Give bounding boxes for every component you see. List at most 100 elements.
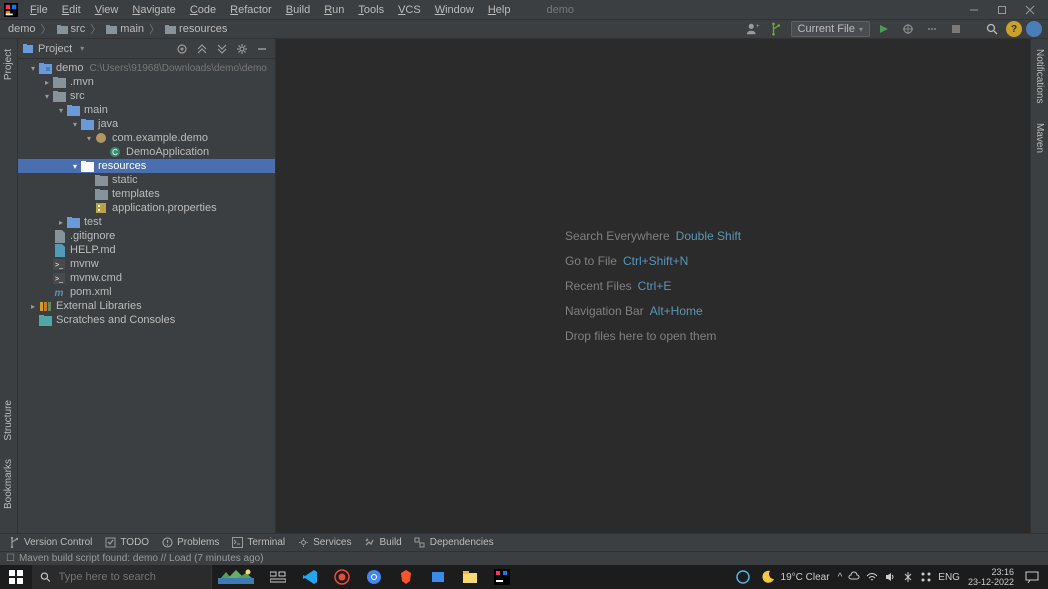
chevron-right-icon[interactable]: ▸ [42, 78, 52, 87]
tree-node[interactable]: static [18, 173, 275, 187]
cloud-icon[interactable] [848, 571, 860, 583]
run-config-dropdown[interactable]: Current File ▾ [791, 21, 870, 37]
search-icon[interactable] [982, 20, 1002, 38]
menu-window[interactable]: Window [429, 2, 480, 18]
tree-node[interactable]: HELP.md [18, 243, 275, 257]
tree-node[interactable]: ▾java [18, 117, 275, 131]
bottom-tool-dependencies[interactable]: Dependencies [414, 537, 494, 549]
menu-code[interactable]: Code [184, 2, 222, 18]
chevron-right-icon[interactable]: ▸ [28, 302, 38, 311]
minimize-button[interactable] [960, 0, 988, 19]
taskbar-search-input[interactable] [59, 571, 203, 583]
tree-node[interactable]: ▾main [18, 103, 275, 117]
app-blue-icon[interactable] [422, 565, 454, 589]
stop-button[interactable] [946, 20, 966, 38]
add-user-icon[interactable]: + [743, 20, 763, 38]
chrome-icon[interactable] [358, 565, 390, 589]
project-tree[interactable]: ▾demoC:\Users\91968\Downloads\demo\demo▸… [18, 59, 275, 533]
tree-node[interactable]: Scratches and Consoles [18, 313, 275, 327]
breadcrumb-item[interactable]: main [104, 23, 146, 35]
battery-icon[interactable] [902, 571, 914, 583]
chevron-down-icon[interactable]: ▾ [42, 92, 52, 101]
expand-all-icon[interactable] [193, 40, 211, 58]
menu-file[interactable]: File [24, 2, 54, 18]
menu-vcs[interactable]: VCS [392, 2, 427, 18]
start-button[interactable] [0, 565, 32, 589]
tree-node[interactable]: >_mvnw.cmd [18, 271, 275, 285]
action-center-icon[interactable] [1022, 565, 1042, 589]
user-avatar[interactable] [1026, 21, 1042, 37]
cortana-icon[interactable] [733, 565, 753, 589]
chevron-right-icon[interactable]: ▸ [56, 218, 66, 227]
left-gutter-bookmarks[interactable]: Bookmarks [1, 455, 16, 513]
menu-run[interactable]: Run [318, 2, 350, 18]
menu-edit[interactable]: Edit [56, 2, 87, 18]
tree-node[interactable]: ▾demoC:\Users\91968\Downloads\demo\demo [18, 61, 275, 75]
menu-navigate[interactable]: Navigate [126, 2, 181, 18]
run-button[interactable] [874, 20, 894, 38]
collapse-all-icon[interactable] [213, 40, 231, 58]
gear-icon[interactable] [233, 40, 251, 58]
chevron-down-icon[interactable]: ▾ [84, 134, 94, 143]
bottom-tool-terminal[interactable]: Terminal [231, 537, 285, 549]
tree-node[interactable]: ▾src [18, 89, 275, 103]
menu-tools[interactable]: Tools [352, 2, 390, 18]
intellij-icon[interactable] [486, 565, 518, 589]
brave-icon[interactable] [390, 565, 422, 589]
left-gutter-structure[interactable]: Structure [1, 396, 16, 445]
hide-panel-icon[interactable] [253, 40, 271, 58]
project-view-selector[interactable]: Project ▾ [22, 43, 84, 55]
chevron-down-icon[interactable]: ▾ [70, 162, 80, 171]
bottom-tool-problems[interactable]: Problems [161, 537, 219, 549]
menu-build[interactable]: Build [280, 2, 316, 18]
right-gutter-notifications[interactable]: Notifications [1032, 45, 1047, 107]
task-view-icon[interactable] [262, 565, 294, 589]
network-icon[interactable] [920, 571, 932, 583]
maximize-button[interactable] [988, 0, 1016, 19]
bottom-tool-services[interactable]: Services [297, 537, 351, 549]
editor-area[interactable]: Search EverywhereDouble ShiftGo to FileC… [276, 39, 1030, 533]
tree-node[interactable]: ▸External Libraries [18, 299, 275, 313]
tree-node[interactable]: >_mvnw [18, 257, 275, 271]
tree-node[interactable]: ▾resources [18, 159, 275, 173]
language-indicator[interactable]: ENG [938, 572, 960, 583]
select-opened-file-icon[interactable] [173, 40, 191, 58]
more-run-button[interactable] [922, 20, 942, 38]
breadcrumb-item[interactable]: demo [6, 23, 38, 35]
right-gutter-maven[interactable]: Maven [1032, 119, 1047, 157]
close-button[interactable] [1016, 0, 1044, 19]
left-gutter-project[interactable]: Project [1, 45, 16, 84]
tree-node[interactable]: CDemoApplication [18, 145, 275, 159]
tree-node[interactable]: ▸test [18, 215, 275, 229]
system-tray[interactable]: ^ ENG [838, 571, 960, 583]
file-explorer-icon[interactable] [454, 565, 486, 589]
chevron-up-icon[interactable]: ^ [838, 572, 843, 583]
breadcrumb-item[interactable]: src [55, 23, 88, 35]
bottom-tool-build[interactable]: Build [364, 537, 402, 549]
help-badge-icon[interactable]: ? [1006, 21, 1022, 37]
chevron-down-icon[interactable]: ▾ [56, 106, 66, 115]
breadcrumb-item[interactable]: resources [163, 23, 229, 35]
chevron-down-icon[interactable]: ▾ [28, 64, 38, 73]
tree-node[interactable]: application.properties [18, 201, 275, 215]
menu-refactor[interactable]: Refactor [224, 2, 278, 18]
bottom-tool-todo[interactable]: TODO [104, 537, 149, 549]
menu-view[interactable]: View [89, 2, 125, 18]
record-icon[interactable] [326, 565, 358, 589]
vscode-icon[interactable] [294, 565, 326, 589]
taskbar-weather[interactable]: 19°C Clear [761, 570, 830, 584]
taskbar-weather-widget[interactable] [212, 565, 260, 589]
tree-node[interactable]: ▸.mvn [18, 75, 275, 89]
chevron-down-icon[interactable]: ▾ [70, 120, 80, 129]
volume-icon[interactable] [884, 571, 896, 583]
bottom-tool-version-control[interactable]: Version Control [8, 537, 92, 549]
tree-node[interactable]: .gitignore [18, 229, 275, 243]
wifi-icon[interactable] [866, 571, 878, 583]
debug-button[interactable] [898, 20, 918, 38]
tree-node[interactable]: templates [18, 187, 275, 201]
tree-node[interactable]: mpom.xml [18, 285, 275, 299]
git-branch-icon[interactable] [767, 20, 787, 38]
taskbar-search[interactable] [32, 565, 212, 589]
tree-node[interactable]: ▾com.example.demo [18, 131, 275, 145]
menu-help[interactable]: Help [482, 2, 517, 18]
